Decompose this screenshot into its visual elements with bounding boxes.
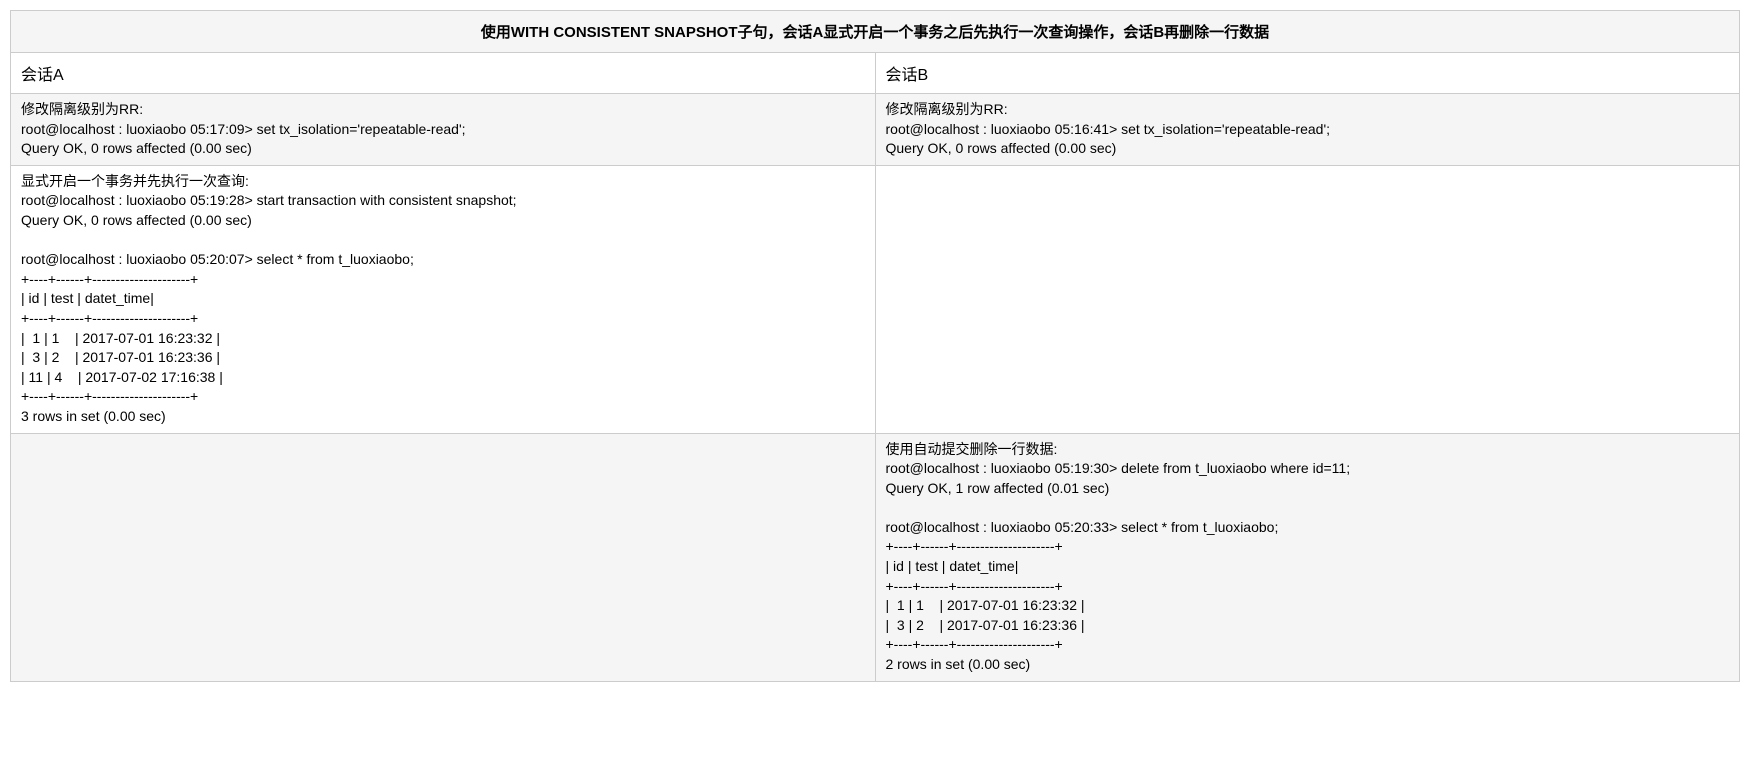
cell-content: 显式开启一个事务并先执行一次查询: root@localhost : luoxi… (21, 172, 865, 427)
table-cell: 使用自动提交删除一行数据: root@localhost : luoxiaobo… (875, 433, 1740, 681)
comparison-table: 使用WITH CONSISTENT SNAPSHOT子句，会话A显式开启一个事务… (10, 10, 1740, 682)
table-title: 使用WITH CONSISTENT SNAPSHOT子句，会话A显式开启一个事务… (11, 11, 1740, 53)
column-header-a: 会话A (11, 53, 876, 94)
table-cell (11, 433, 876, 681)
cell-content: 使用自动提交删除一行数据: root@localhost : luoxiaobo… (886, 440, 1730, 675)
table-cell: 修改隔离级别为RR: root@localhost : luoxiaobo 05… (11, 94, 876, 166)
table-cell: 修改隔离级别为RR: root@localhost : luoxiaobo 05… (875, 94, 1740, 166)
column-header-b: 会话B (875, 53, 1740, 94)
table-cell: 显式开启一个事务并先执行一次查询: root@localhost : luoxi… (11, 165, 876, 433)
cell-content: 修改隔离级别为RR: root@localhost : luoxiaobo 05… (21, 100, 865, 159)
cell-content: 修改隔离级别为RR: root@localhost : luoxiaobo 05… (886, 100, 1730, 159)
table-cell (875, 165, 1740, 433)
